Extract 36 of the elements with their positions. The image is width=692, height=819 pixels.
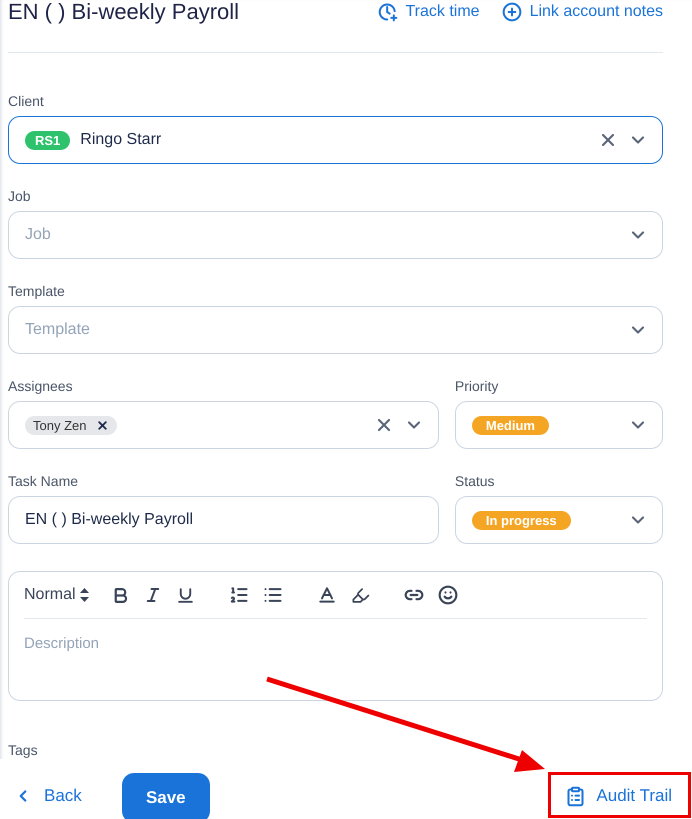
audit-trail-button[interactable]: Audit Trail (545, 773, 684, 819)
clock-plus-icon (378, 2, 398, 22)
page-title: EN ( ) Bi-weekly Payroll (8, 0, 240, 25)
assignees-select[interactable]: Tony Zen (8, 401, 439, 449)
field-label: Assignees (8, 378, 74, 394)
status-pill: In progress (472, 510, 571, 530)
field-label: Tags (8, 742, 38, 758)
ordered-list-icon[interactable] (228, 585, 249, 605)
client-select[interactable]: RS1 Ringo Starr (8, 116, 663, 164)
assignee-chip: Tony Zen (25, 416, 118, 434)
description-editor[interactable]: Normal Description (8, 571, 663, 701)
field-label: Status (454, 473, 496, 489)
priority-pill: Medium (472, 416, 549, 434)
template-select[interactable]: Template (8, 306, 663, 354)
text-style-select[interactable]: Normal (24, 586, 89, 604)
link-notes-link[interactable]: Link account notes (502, 2, 663, 22)
clipboard-icon (565, 786, 586, 806)
field-label: Priority (454, 378, 500, 394)
field-label: Task Name (8, 473, 80, 489)
task-name-field[interactable]: EN ( ) Bi-weekly Payroll (8, 496, 439, 544)
field-label: Job (8, 188, 32, 204)
plus-circle-icon (502, 2, 522, 22)
sort-icon (80, 588, 89, 602)
text-color-icon[interactable] (316, 585, 337, 605)
save-button[interactable]: Save (122, 773, 210, 819)
field-label: Template (8, 283, 66, 299)
emoji-icon[interactable] (438, 585, 458, 605)
job-select[interactable]: Job (8, 211, 663, 259)
back-link[interactable]: Back (14, 773, 82, 819)
remove-icon[interactable] (96, 418, 110, 432)
track-time-link[interactable]: Track time (378, 2, 480, 22)
underline-icon[interactable] (176, 586, 195, 604)
client-code: RS1 (25, 130, 70, 150)
bullet-list-icon[interactable] (262, 585, 283, 605)
field-label: Client (8, 93, 45, 109)
highlight-icon[interactable] (350, 586, 370, 604)
